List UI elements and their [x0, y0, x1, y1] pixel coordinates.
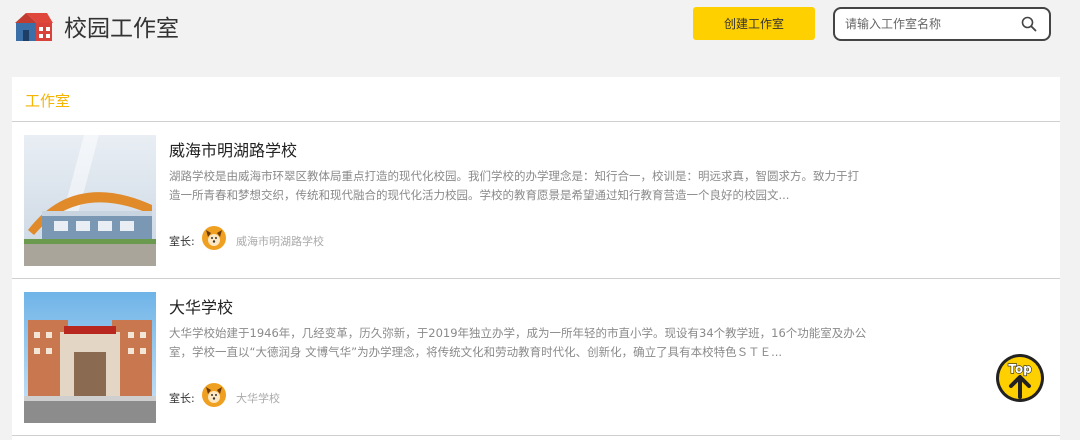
search-box — [833, 7, 1051, 41]
owner-label: 室长: — [169, 235, 195, 248]
search-icon[interactable] — [1021, 16, 1037, 32]
owner-name[interactable]: 大华学校 — [236, 390, 280, 406]
owner-label: 室长: — [169, 392, 195, 405]
studio-list-panel: 工作室 威海市明湖路学校 湖路学校是由威海市环翠区教体局重点打造的现代化校园。我… — [12, 77, 1060, 440]
studio-card[interactable]: 大华学校 大华学校始建于1946年，几经变革，历久弥新，于2019年独立办学，成… — [12, 279, 1060, 435]
fox-avatar-icon — [202, 383, 226, 407]
back-to-top-icon[interactable]: Top — [995, 353, 1045, 403]
school-house-icon — [15, 13, 53, 41]
top-button-label: Top — [1008, 362, 1032, 376]
studio-description: 大华学校始建于1946年，几经变革，历久弥新，于2019年独立办学，成为一所年轻… — [169, 326, 867, 359]
studio-thumbnail[interactable] — [24, 292, 156, 423]
create-studio-button[interactable]: 创建工作室 — [693, 7, 815, 40]
card-divider — [12, 435, 1060, 436]
fox-avatar-icon — [202, 226, 226, 250]
studio-thumbnail[interactable] — [24, 135, 156, 266]
studio-name[interactable]: 大华学校 — [169, 294, 233, 318]
studio-name[interactable]: 威海市明湖路学校 — [169, 137, 297, 161]
search-input[interactable] — [845, 15, 1015, 33]
studio-description: 湖路学校是由威海市环翠区教体局重点打造的现代化校园。我们学校的办学理念是：知行合… — [169, 169, 859, 202]
section-title: 工作室 — [25, 92, 71, 110]
owner-name[interactable]: 威海市明湖路学校 — [236, 233, 324, 249]
top-bar: 校园工作室 创建工作室 — [0, 0, 1080, 60]
studio-card[interactable]: 威海市明湖路学校 湖路学校是由威海市环翠区教体局重点打造的现代化校园。我们学校的… — [12, 122, 1060, 278]
app-title: 校园工作室 — [64, 16, 179, 42]
